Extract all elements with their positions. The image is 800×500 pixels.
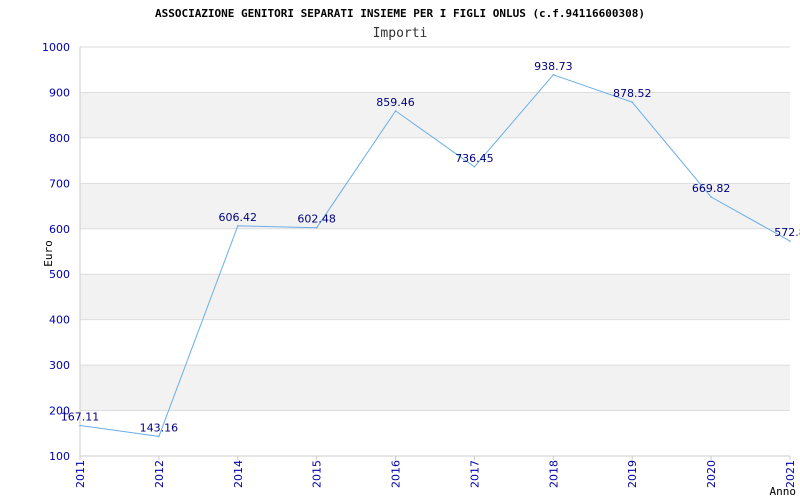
grid-band-200 [80,365,790,411]
x-tick-labels: 2011 2012 2014 2015 2016 2017 2018 2019 2020 2021 [74,460,797,488]
x-axis-label: Anno [770,485,797,498]
y-tick-label-100: 100 [49,450,70,463]
data-label-2021: 572.8 [774,226,800,239]
data-point-2014 [236,225,239,227]
chart-title: ASSOCIAZIONE GENITORI SEPARATI INSIEME P… [155,7,645,20]
data-label-2017: 736.45 [455,152,494,165]
y-axis-label: Euro [42,240,55,267]
y-tick-label-700: 700 [49,177,70,190]
x-tick-label-2011: 2011 [74,460,87,488]
grid-band-400 [80,274,790,320]
x-tick-label-2016: 2016 [390,460,403,488]
x-tick-label-2014: 2014 [232,460,245,488]
y-tick-label-400: 400 [49,314,70,327]
data-point-2012 [158,435,160,438]
data-label-2016: 859.46 [376,96,415,109]
y-tick-label-800: 800 [49,132,70,145]
y-tick-label-500: 500 [49,268,70,281]
data-point-2015 [315,226,318,229]
x-tick-label-2018: 2018 [547,460,560,488]
y-tick-label-1000: 1000 [42,41,70,54]
x-tick-label-2012: 2012 [153,460,166,488]
grid-band-800 [80,92,790,138]
data-label-2019: 878.52 [613,87,652,100]
data-label-2014: 606.42 [219,211,258,224]
x-tick-label-2019: 2019 [626,460,639,488]
data-point-2011 [79,424,81,427]
x-tick-label-2021: 2021 [784,460,797,488]
data-point-2020 [710,196,712,198]
x-tick-label-2017: 2017 [468,460,481,488]
data-point-2017 [473,165,476,168]
grid-band-600 [80,183,790,229]
chart-subtitle: Importi [373,26,428,41]
data-label-2015: 602.48 [297,213,336,226]
data-point-2021 [789,240,791,242]
data-label-2018: 938.73 [534,60,573,73]
x-tick-label-2015: 2015 [311,460,324,488]
y-tick-label-600: 600 [49,223,70,236]
data-point-2018 [552,74,555,76]
data-label-2011: 167.11 [61,411,100,424]
data-point-2019 [631,101,634,104]
data-label-2020: 669.82 [692,182,731,195]
y-tick-label-900: 900 [49,86,70,99]
x-tick-label-2020: 2020 [705,460,718,488]
line-chart: ASSOCIAZIONE GENITORI SEPARATI INSIEME P… [42,7,800,498]
y-tick-label-300: 300 [49,359,70,372]
data-point-2016 [394,110,397,112]
data-label-2012: 143.16 [140,421,179,434]
